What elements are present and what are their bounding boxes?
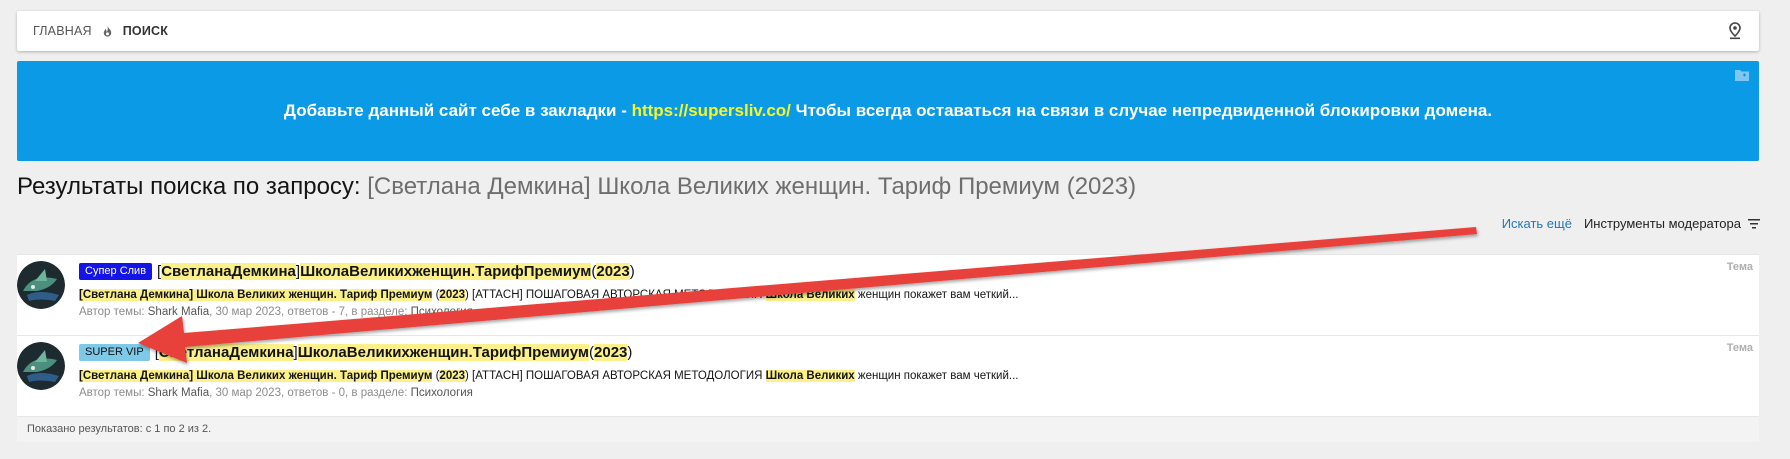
title-part: Премиум [523, 263, 592, 280]
title-part: Светлана [161, 263, 232, 280]
title-part: Премиум [521, 344, 590, 361]
result-title[interactable]: SUPER VIP[Светлана Демкина] Школа Велики… [79, 344, 632, 361]
snippet-part: женщин покажет вам четкий... [854, 370, 1019, 382]
title-part: Тариф [472, 344, 522, 361]
author-link[interactable]: Shark Mafia [148, 387, 209, 399]
map-pin-icon[interactable] [1727, 22, 1743, 40]
result-meta: Автор темы: Shark Mafia, 30 мар 2023, от… [79, 306, 473, 318]
result-label: Супер Слив [79, 263, 153, 280]
result-type: Тема [1726, 342, 1753, 354]
result-row[interactable]: SUPER VIP [Светлана Демкина] Школа Велики… [17, 335, 1759, 416]
bookmark-notice: Добавьте данный сайт себе в закладки - h… [17, 61, 1759, 161]
section-link[interactable]: Психология [411, 306, 473, 318]
snippet-part: [Светлана Демкина] Школа Великих женщин.… [79, 370, 433, 382]
title-part: Школа [300, 263, 350, 280]
title-part: Великих [349, 263, 413, 280]
title-part: женщин. [412, 263, 476, 280]
breadcrumb: Главная Поиск [17, 11, 1759, 51]
result-title[interactable]: Супер Слив[Светлана Демкина] Школа Велик… [79, 263, 635, 280]
notice-text-after: Чтобы всегда оставаться на связи в случа… [790, 101, 1493, 120]
breadcrumb-home[interactable]: Главная [33, 24, 92, 38]
meta-details: , 30 мар 2023, ответов - 0, в разделе: [209, 387, 411, 399]
title-part: ) [627, 344, 633, 361]
snippet-part: Школа Великих [765, 289, 855, 301]
result-label: SUPER VIP [79, 344, 150, 361]
title-part: 2023 [596, 263, 630, 280]
result-snippet: [Светлана Демкина] Школа Великих женщин.… [79, 289, 1018, 301]
result-snippet: [Светлана Демкина] Школа Великих женщин.… [79, 370, 1018, 382]
snippet-part: Школа Великих [765, 370, 855, 382]
snippet-part: ) [ATTACH] ПОШАГОВАЯ АВТОРСКАЯ МЕТОДОЛОГ… [465, 289, 766, 301]
title-part: женщин. [409, 344, 473, 361]
meta-prefix: Автор темы: [79, 306, 148, 318]
result-meta: Автор темы: Shark Mafia, 30 мар 2023, от… [79, 387, 473, 399]
meta-prefix: Автор темы: [79, 387, 148, 399]
results-count: Показано результатов: с 1 по 2 из 2. [17, 416, 1759, 442]
title-part: ) [629, 263, 635, 280]
notice-text-before: Добавьте данный сайт себе в закладки - [283, 101, 632, 120]
filter-icon [1748, 218, 1760, 229]
title-part: Великих [346, 344, 410, 361]
title-part: Светлана [158, 344, 230, 361]
title-part: Демкина [231, 263, 296, 280]
moderator-tools-button[interactable]: Инструменты модератора [1584, 216, 1760, 231]
author-link[interactable]: Shark Mafia [148, 306, 209, 318]
page-title-query: [Светлана Демкина] Школа Великих женщин.… [367, 173, 1137, 200]
result-row[interactable]: Супер Слив [Светлана Демкина] Школа Велик… [17, 254, 1759, 335]
fire-icon [101, 25, 114, 38]
search-results: Супер Слив [Светлана Демкина] Школа Велик… [17, 254, 1759, 442]
avatar[interactable] [17, 342, 65, 390]
title-part: 2023 [594, 344, 628, 361]
breadcrumb-current: Поиск [122, 24, 169, 38]
search-actions: Искать ещё Инструменты модератора [1502, 216, 1760, 231]
avatar[interactable] [17, 261, 65, 309]
result-type: Тема [1726, 261, 1753, 273]
page-title: Результаты поиска по запросу: [Светлана … [17, 173, 1136, 201]
meta-details: , 30 мар 2023, ответов - 7, в разделе: [209, 306, 411, 318]
title-part: Школа [297, 344, 347, 361]
folder-icon[interactable] [1734, 68, 1750, 82]
snippet-part: 2023 [439, 289, 466, 301]
moderator-tools-label: Инструменты модератора [1583, 216, 1741, 231]
snippet-part: ) [ATTACH] ПОШАГОВАЯ АВТОРСКАЯ МЕТОДОЛОГ… [465, 370, 766, 382]
notice-text: Добавьте данный сайт себе в закладки - h… [284, 101, 1492, 121]
title-part: Тариф [475, 263, 524, 280]
title-part: Демкина [229, 344, 294, 361]
notice-link[interactable]: https://supersliv.co/ [632, 101, 791, 120]
search-more-button[interactable]: Искать ещё [1502, 216, 1572, 231]
page-title-prefix: Результаты поиска по запросу: [17, 173, 368, 200]
snippet-part: 2023 [439, 370, 466, 382]
snippet-part: [Светлана Демкина] Школа Великих женщин.… [79, 289, 433, 301]
snippet-part: женщин покажет вам четкий... [854, 289, 1019, 301]
section-link[interactable]: Психология [411, 387, 473, 399]
